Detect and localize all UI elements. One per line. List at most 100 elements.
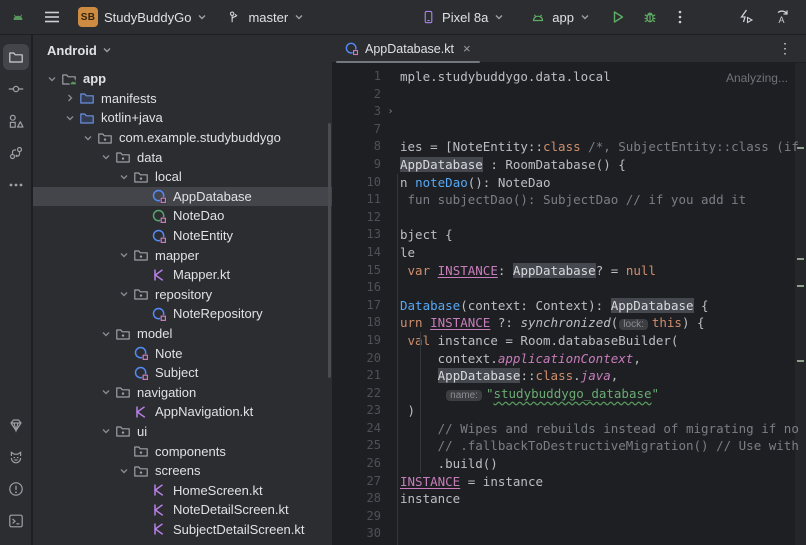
run-button[interactable] bbox=[608, 7, 628, 27]
chevron-down-icon[interactable] bbox=[115, 466, 133, 476]
tree-item-navigation[interactable]: navigation bbox=[33, 383, 332, 403]
tree-item-subject[interactable]: Subject bbox=[33, 363, 332, 383]
tree-item-appnavigation-kt[interactable]: AppNavigation.kt bbox=[33, 402, 332, 422]
code-line-11[interactable]: 11 fun subjectDao(): SubjectDao // if yo… bbox=[332, 191, 806, 209]
close-tab-icon[interactable]: × bbox=[460, 41, 474, 56]
chevron-down-icon[interactable] bbox=[97, 426, 115, 436]
project-widget[interactable]: SB StudyBuddyGo bbox=[78, 7, 207, 27]
chevron-down-icon[interactable] bbox=[97, 329, 115, 339]
code-line-19[interactable]: 19 val instance = Room.databaseBuilder( bbox=[332, 332, 806, 350]
code-line-17[interactable]: 17Database(context: Context): AppDatabas… bbox=[332, 297, 806, 315]
tree-item-mapper[interactable]: mapper bbox=[33, 245, 332, 265]
chevron-down-icon[interactable] bbox=[79, 133, 97, 143]
tree-item-label: kotlin+java bbox=[101, 110, 163, 125]
code-line-26[interactable]: 26 .build() bbox=[332, 455, 806, 473]
code-line-28[interactable]: 28instance bbox=[332, 490, 806, 508]
code-line-8[interactable]: 8ies = [NoteEntity::class /*, SubjectEnt… bbox=[332, 138, 806, 156]
code-line-7[interactable]: 7 bbox=[332, 121, 806, 139]
tree-item-components[interactable]: components bbox=[33, 441, 332, 461]
tree-item-local[interactable]: local bbox=[33, 167, 332, 187]
tree-item-app[interactable]: app bbox=[33, 69, 332, 89]
code-line-21[interactable]: 21 AppDatabase::class.java, bbox=[332, 367, 806, 385]
code-line-30[interactable]: 30 bbox=[332, 525, 806, 543]
project-tool-icon[interactable] bbox=[3, 44, 29, 70]
tree-item-note[interactable]: Note bbox=[33, 343, 332, 363]
tree-item-repository[interactable]: repository bbox=[33, 285, 332, 305]
vcs-branch-widget[interactable]: master bbox=[227, 10, 304, 25]
code-line-12[interactable]: 12 bbox=[332, 209, 806, 227]
tree-item-notedetailscreen-kt[interactable]: NoteDetailScreen.kt bbox=[33, 500, 332, 520]
app-quality-insights-tool-icon[interactable] bbox=[3, 412, 29, 438]
tab-appdatabase[interactable]: AppDatabase.kt × bbox=[332, 35, 484, 63]
hamburger-menu-icon[interactable] bbox=[42, 7, 62, 27]
device-selector[interactable]: Pixel 8a bbox=[421, 9, 504, 25]
apply-code-changes-icon[interactable]: A bbox=[772, 7, 792, 27]
more-tool-windows-icon[interactable] bbox=[3, 172, 29, 198]
chevron-down-icon[interactable] bbox=[97, 152, 115, 162]
code-line-15[interactable]: 15 var INSTANCE: AppDatabase? = null bbox=[332, 262, 806, 280]
run-configuration-selector[interactable]: app bbox=[530, 10, 590, 25]
chevron-down-icon bbox=[494, 12, 504, 22]
chevron-down-icon[interactable] bbox=[97, 387, 115, 397]
code-text: .build() bbox=[400, 455, 498, 473]
tree-item-noterepository[interactable]: NoteRepository bbox=[33, 304, 332, 324]
tree-item-mapper-kt[interactable]: Mapper.kt bbox=[33, 265, 332, 285]
tree-item-homescreen-kt[interactable]: HomeScreen.kt bbox=[33, 480, 332, 500]
terminal-tool-icon[interactable] bbox=[3, 508, 29, 534]
chevron-right-icon[interactable] bbox=[61, 93, 79, 103]
editor-scrollbar[interactable] bbox=[795, 63, 806, 545]
tree-item-model[interactable]: model bbox=[33, 324, 332, 344]
line-number: 26 bbox=[332, 455, 381, 473]
code-line-22[interactable]: 22 name:"studybuddygo_database" bbox=[332, 385, 806, 403]
code-line-18[interactable]: 18urn INSTANCE ?: synchronized(lock:this… bbox=[332, 314, 806, 332]
tree-item-ui[interactable]: ui bbox=[33, 422, 332, 442]
apply-changes-icon[interactable] bbox=[736, 7, 756, 27]
code-line-24[interactable]: 24 // Wipes and rebuilds instead of migr… bbox=[332, 420, 806, 438]
editor-tab-bar: AppDatabase.kt × ⋮ bbox=[332, 35, 806, 63]
chevron-down-icon[interactable] bbox=[115, 250, 133, 260]
code-line-10[interactable]: 10n noteDao(): NoteDao bbox=[332, 174, 806, 192]
tree-item-manifests[interactable]: manifests bbox=[33, 89, 332, 109]
code-line-3[interactable]: 3› bbox=[332, 103, 806, 121]
logcat-tool-icon[interactable] bbox=[3, 444, 29, 470]
tree-item-data[interactable]: data bbox=[33, 147, 332, 167]
more-actions-kebab-icon[interactable] bbox=[670, 7, 690, 27]
tree-item-appdatabase[interactable]: AppDatabase bbox=[33, 187, 332, 207]
tree-item-label: local bbox=[155, 169, 182, 184]
problems-tool-icon[interactable] bbox=[3, 476, 29, 502]
code-line-16[interactable]: 16 bbox=[332, 279, 806, 297]
code-line-23[interactable]: 23 ) bbox=[332, 402, 806, 420]
editor-options-kebab-icon[interactable]: ⋮ bbox=[774, 40, 796, 57]
tree-item-label: mapper bbox=[155, 248, 199, 263]
chevron-down-icon[interactable] bbox=[115, 172, 133, 182]
debug-button[interactable] bbox=[640, 7, 660, 27]
tree-item-com-example-studybuddygo[interactable]: com.example.studybuddygo bbox=[33, 128, 332, 148]
fold-collapsed-icon[interactable]: › bbox=[381, 103, 400, 121]
tree-item-subjectdetailscreen-kt[interactable]: SubjectDetailScreen.kt bbox=[33, 520, 332, 540]
chevron-down-icon[interactable] bbox=[115, 289, 133, 299]
code-line-14[interactable]: 14le bbox=[332, 244, 806, 262]
project-panel-scrollbar[interactable] bbox=[328, 123, 331, 378]
chevron-down-icon[interactable] bbox=[61, 113, 79, 123]
commit-tool-icon[interactable] bbox=[3, 76, 29, 102]
tree-item-label: repository bbox=[155, 287, 212, 302]
code-line-20[interactable]: 20 context.applicationContext, bbox=[332, 350, 806, 368]
code-line-2[interactable]: 2 bbox=[332, 86, 806, 104]
code-line-27[interactable]: 27INSTANCE = instance bbox=[332, 473, 806, 491]
code-line-9[interactable]: 9AppDatabase : RoomDatabase() { bbox=[332, 156, 806, 174]
tree-item-kotlin-java[interactable]: kotlin+java bbox=[33, 108, 332, 128]
resource-manager-tool-icon[interactable] bbox=[3, 108, 29, 134]
tree-item-noteentity[interactable]: NoteEntity bbox=[33, 226, 332, 246]
run-config-name: app bbox=[552, 10, 574, 25]
code-line-29[interactable]: 29 bbox=[332, 508, 806, 526]
chevron-down-icon[interactable] bbox=[43, 74, 61, 84]
code-line-13[interactable]: 13bject { bbox=[332, 226, 806, 244]
code-surface[interactable]: 1mple.studybuddygo.data.local23›78ies = … bbox=[332, 63, 806, 545]
kotlin-file-icon bbox=[133, 404, 150, 420]
code-line-25[interactable]: 25 // .fallbackToDestructiveMigration() … bbox=[332, 437, 806, 455]
tree-item-notedao[interactable]: NoteDao bbox=[33, 206, 332, 226]
pull-requests-tool-icon[interactable] bbox=[3, 140, 29, 166]
kotlin-class-icon bbox=[344, 41, 359, 56]
tree-item-screens[interactable]: screens bbox=[33, 461, 332, 481]
project-view-selector[interactable]: Android bbox=[33, 35, 332, 65]
